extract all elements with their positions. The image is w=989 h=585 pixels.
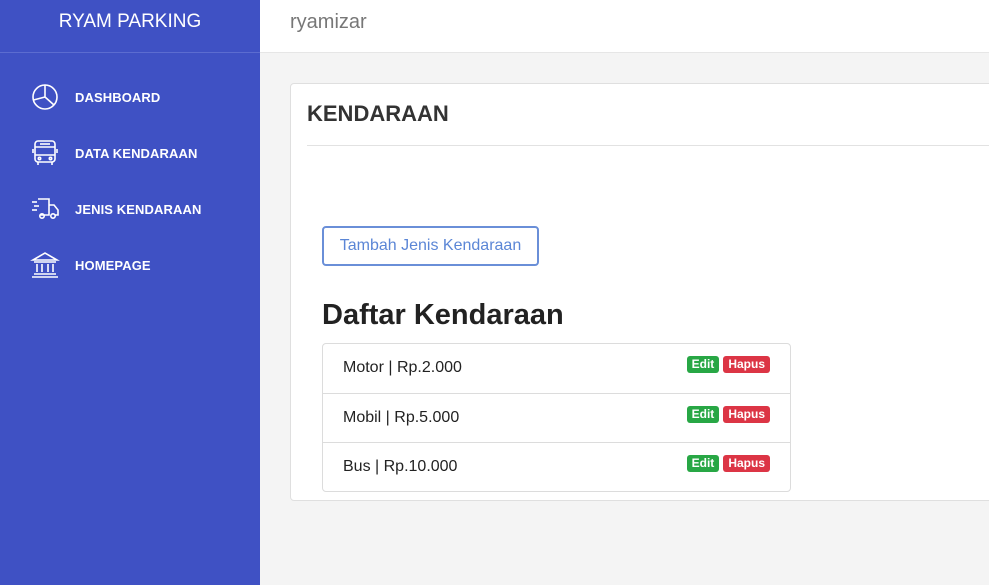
edit-button[interactable]: Edit	[686, 356, 720, 373]
sidebar-item-homepage[interactable]: HOMEPAGE	[0, 237, 260, 293]
content-card: KENDARAAN Tambah Jenis Kendaraan Daftar …	[290, 83, 989, 501]
item-text: Mobil | Rp.5.000	[343, 409, 460, 426]
delete-button[interactable]: Hapus	[723, 356, 770, 373]
brand-title[interactable]: RYAM PARKING	[0, 0, 260, 53]
divider	[307, 145, 989, 146]
sidebar: RYAM PARKING DASHBOARD DATA KENDARAAN JE…	[0, 0, 260, 585]
delete-button[interactable]: Hapus	[723, 455, 770, 472]
item-actions: Edit Hapus	[686, 455, 770, 472]
sidebar-item-data-kendaraan[interactable]: DATA KENDARAAN	[0, 125, 260, 181]
list-title: Daftar Kendaraan	[322, 299, 564, 331]
sidebar-nav: DASHBOARD DATA KENDARAAN JENIS KENDARAAN…	[0, 53, 260, 293]
vehicle-list: Motor | Rp.2.000 Edit Hapus Mobil | Rp.5…	[322, 343, 791, 492]
bank-icon	[30, 250, 60, 280]
delete-button[interactable]: Hapus	[723, 406, 770, 423]
edit-button[interactable]: Edit	[686, 455, 720, 472]
edit-button[interactable]: Edit	[686, 406, 720, 423]
list-item: Motor | Rp.2.000 Edit Hapus	[323, 344, 790, 393]
delivery-truck-icon	[30, 194, 60, 224]
sidebar-item-label: DASHBOARD	[75, 89, 161, 105]
sidebar-item-label: JENIS KENDARAAN	[75, 201, 202, 217]
item-actions: Edit Hapus	[686, 406, 770, 423]
pie-chart-icon	[30, 82, 60, 112]
sidebar-item-dashboard[interactable]: DASHBOARD	[0, 69, 260, 125]
username[interactable]: ryamizar	[290, 11, 367, 34]
item-text: Bus | Rp.10.000	[343, 458, 458, 475]
bus-icon	[30, 138, 60, 168]
list-item: Mobil | Rp.5.000 Edit Hapus	[323, 393, 790, 442]
list-item: Bus | Rp.10.000 Edit Hapus	[323, 442, 790, 491]
add-vehicle-type-button[interactable]: Tambah Jenis Kendaraan	[322, 226, 539, 266]
item-actions: Edit Hapus	[686, 356, 770, 373]
sidebar-item-label: DATA KENDARAAN	[75, 145, 198, 161]
sidebar-item-jenis-kendaraan[interactable]: JENIS KENDARAAN	[0, 181, 260, 237]
page-title: KENDARAAN	[307, 101, 449, 126]
sidebar-item-label: HOMEPAGE	[75, 257, 151, 273]
top-bar: ryamizar	[260, 0, 989, 53]
item-text: Motor | Rp.2.000	[343, 359, 462, 376]
